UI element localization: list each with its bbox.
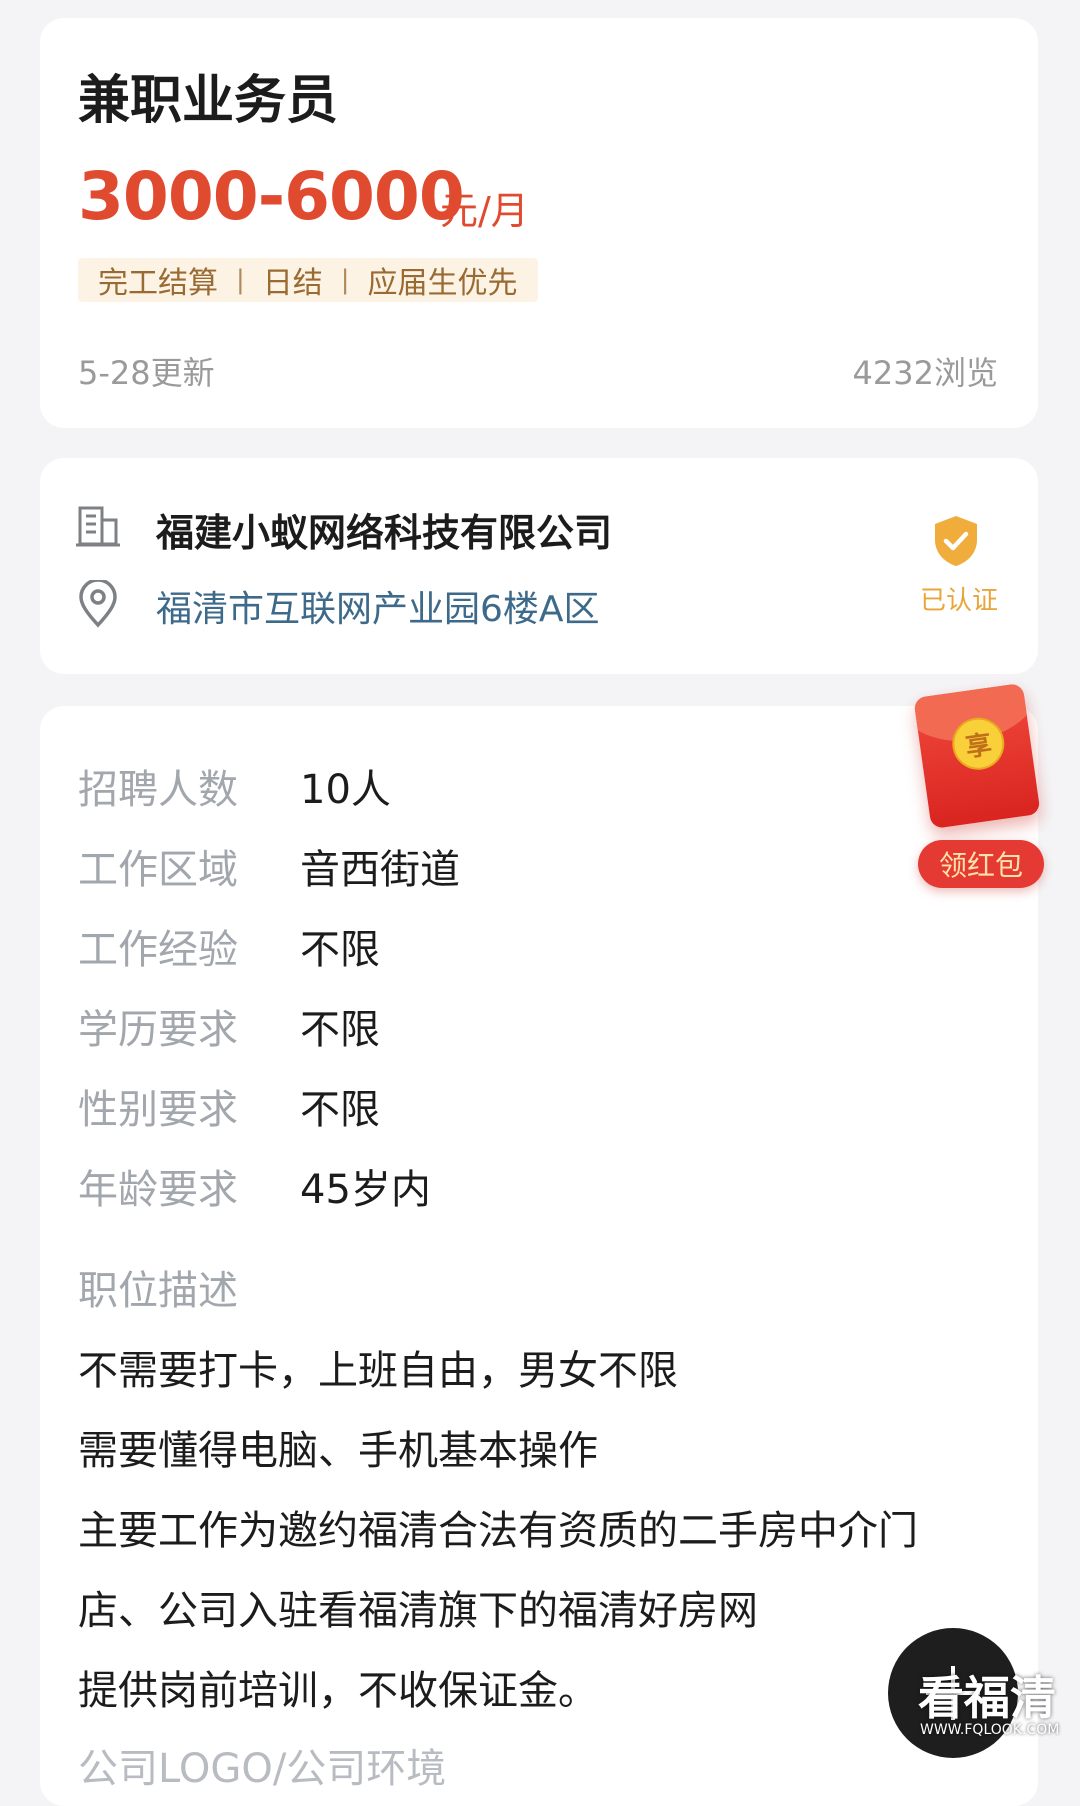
view-count: 4232浏览: [852, 354, 998, 392]
detail-label: 学历要求: [78, 1007, 238, 1053]
detail-value: 不限: [300, 927, 380, 973]
job-tags: 完工结算 | 日结 | 应届生优先: [78, 258, 538, 302]
detail-row-experience: 工作经验 不限: [78, 906, 460, 986]
description-line: 主要工作为邀约福清合法有资质的二手房中介门: [78, 1508, 918, 1554]
company-name[interactable]: 福建小蚁网络科技有限公司: [156, 502, 612, 557]
tag-graduates: 应届生优先: [367, 266, 518, 301]
detail-list: 招聘人数 10人 工作区域 音西街道 工作经验 不限 学历要求 不限 性别要求 …: [78, 746, 460, 1226]
tag-divider: |: [236, 265, 245, 295]
job-title: 兼职业务员: [78, 71, 339, 131]
company-logo-section-label: 公司LOGO/公司环境: [78, 1746, 447, 1792]
detail-label: 招聘人数: [78, 767, 238, 813]
tag-settlement: 完工结算: [98, 266, 218, 301]
description-label: 职位描述: [78, 1268, 238, 1314]
description-text: 不需要打卡，上班自由，男女不限 需要懂得电脑、手机基本操作 主要工作为邀约福清合…: [78, 1338, 918, 1738]
detail-label: 年龄要求: [78, 1167, 238, 1213]
company-address[interactable]: 福清市互联网产业园6楼A区: [156, 580, 600, 632]
salary-range: 3000-6000: [78, 158, 465, 235]
detail-value: 10人: [300, 767, 391, 813]
salary-unit: 元/月: [440, 189, 529, 233]
detail-label: 工作区域: [78, 847, 238, 893]
description-line: 需要懂得电脑、手机基本操作: [78, 1428, 598, 1474]
tag-divider: |: [340, 265, 350, 295]
watermark-url: WWW.FQLOOK.COM: [920, 1722, 1060, 1738]
job-summary-card: 兼职业务员 3000-6000 元/月 完工结算 | 日结 | 应届生优先 5-…: [40, 18, 1038, 428]
detail-row-area: 工作区域 音西街道: [78, 826, 460, 906]
detail-value: 不限: [300, 1007, 380, 1053]
shield-check-icon: [935, 516, 977, 566]
detail-value: 45岁内: [300, 1167, 431, 1213]
description-line: 不需要打卡，上班自由，男女不限: [78, 1348, 678, 1394]
red-envelope-icon[interactable]: 享: [913, 682, 1041, 830]
envelope-coin: 享: [948, 714, 1008, 774]
description-line: 提供岗前培训，不收保证金。: [78, 1668, 598, 1714]
detail-label: 工作经验: [78, 927, 238, 973]
tag-daily-pay: 日结: [262, 266, 323, 301]
detail-row-headcount: 招聘人数 10人: [78, 746, 460, 826]
detail-row-education: 学历要求 不限: [78, 986, 460, 1066]
claim-red-packet-button[interactable]: 领红包: [918, 840, 1044, 888]
building-icon: [76, 506, 120, 547]
company-card[interactable]: 福建小蚁网络科技有限公司 福清市互联网产业园6楼A区 已认证: [40, 458, 1038, 674]
detail-row-gender: 性别要求 不限: [78, 1066, 460, 1146]
verified-badge: 已认证: [919, 586, 998, 616]
watermark-logo: 看福清: [918, 1671, 1056, 1725]
detail-row-age: 年龄要求 45岁内: [78, 1146, 460, 1226]
description-line: 店、公司入驻看福清旗下的福清好房网: [78, 1588, 758, 1634]
update-time: 5-28更新: [78, 354, 215, 392]
detail-value: 音西街道: [300, 847, 460, 893]
detail-value: 不限: [300, 1087, 380, 1133]
location-pin-icon: [79, 580, 117, 628]
detail-label: 性别要求: [78, 1087, 238, 1133]
